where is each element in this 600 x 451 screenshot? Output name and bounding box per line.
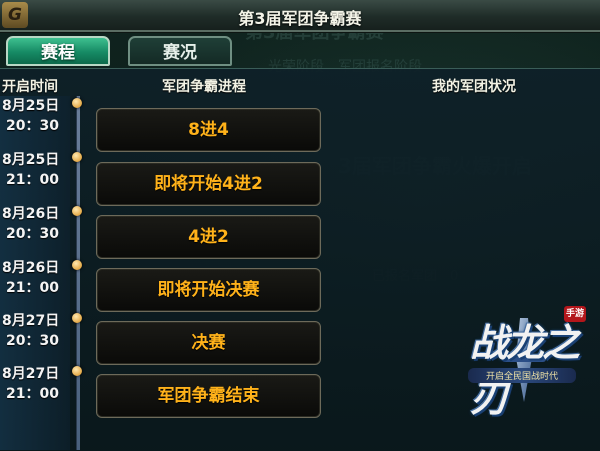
timeline-dot <box>72 313 82 323</box>
stage-button[interactable]: 军团争霸结束 <box>96 374 321 418</box>
column-header-status: 我的军团状况 <box>432 79 516 95</box>
schedule-time: 8月27日 21：00 <box>2 364 59 404</box>
schedule-time: 8月25日 21：00 <box>2 150 59 190</box>
schedule-date: 8月26日 <box>2 260 60 276</box>
stage-button[interactable]: 8进4 <box>96 108 321 152</box>
schedule-time: 8月25日 20：30 <box>2 96 59 136</box>
title-bar: G 第3届军团争霸赛 <box>0 0 600 32</box>
tab-schedule[interactable]: 赛程 <box>6 36 110 66</box>
page-title: 第3届军团争霸赛 <box>238 9 362 28</box>
tab-match-status[interactable]: 赛况 <box>128 36 232 66</box>
timeline-dot <box>72 152 82 162</box>
stage-button[interactable]: 即将开始决赛 <box>96 268 321 312</box>
schedule-time: 8月26日 20：30 <box>2 204 59 244</box>
column-header-progress: 军团争霸进程 <box>162 79 246 95</box>
schedule-clock: 20：30 <box>6 118 59 134</box>
schedule-clock: 20：30 <box>6 226 59 242</box>
schedule-clock: 21：00 <box>6 386 59 402</box>
schedule-time: 8月27日 20：30 <box>2 311 59 351</box>
schedule-date: 8月27日 <box>2 366 60 382</box>
schedule-date: 8月25日 <box>2 98 60 114</box>
schedule-date: 8月26日 <box>2 206 60 222</box>
logo-seal: 手游 <box>564 306 586 322</box>
schedule-date: 8月25日 <box>2 152 60 168</box>
timeline-dot <box>72 206 82 216</box>
stage-button[interactable]: 决赛 <box>96 321 321 365</box>
schedule-clock: 21：00 <box>6 280 59 296</box>
schedule-time: 8月26日 21：00 <box>2 258 59 298</box>
stage-button[interactable]: 4进2 <box>96 215 321 259</box>
timeline-dot <box>72 366 82 376</box>
schedule-clock: 21：00 <box>6 172 59 188</box>
schedule-clock: 20：30 <box>6 333 59 349</box>
logo-slogan: 开启全民国战时代 <box>468 368 576 383</box>
timeline-line <box>76 96 80 450</box>
timeline-dot <box>72 260 82 270</box>
stage-button[interactable]: 即将开始4进2 <box>96 162 321 206</box>
column-header-time: 开启时间 <box>2 79 58 95</box>
logo-title: 战龙之刃 <box>470 321 580 420</box>
game-logo: 战龙之刃 手游 开启全民国战时代 <box>458 298 598 420</box>
schedule-date: 8月27日 <box>2 313 60 329</box>
timeline-dot <box>72 98 82 108</box>
